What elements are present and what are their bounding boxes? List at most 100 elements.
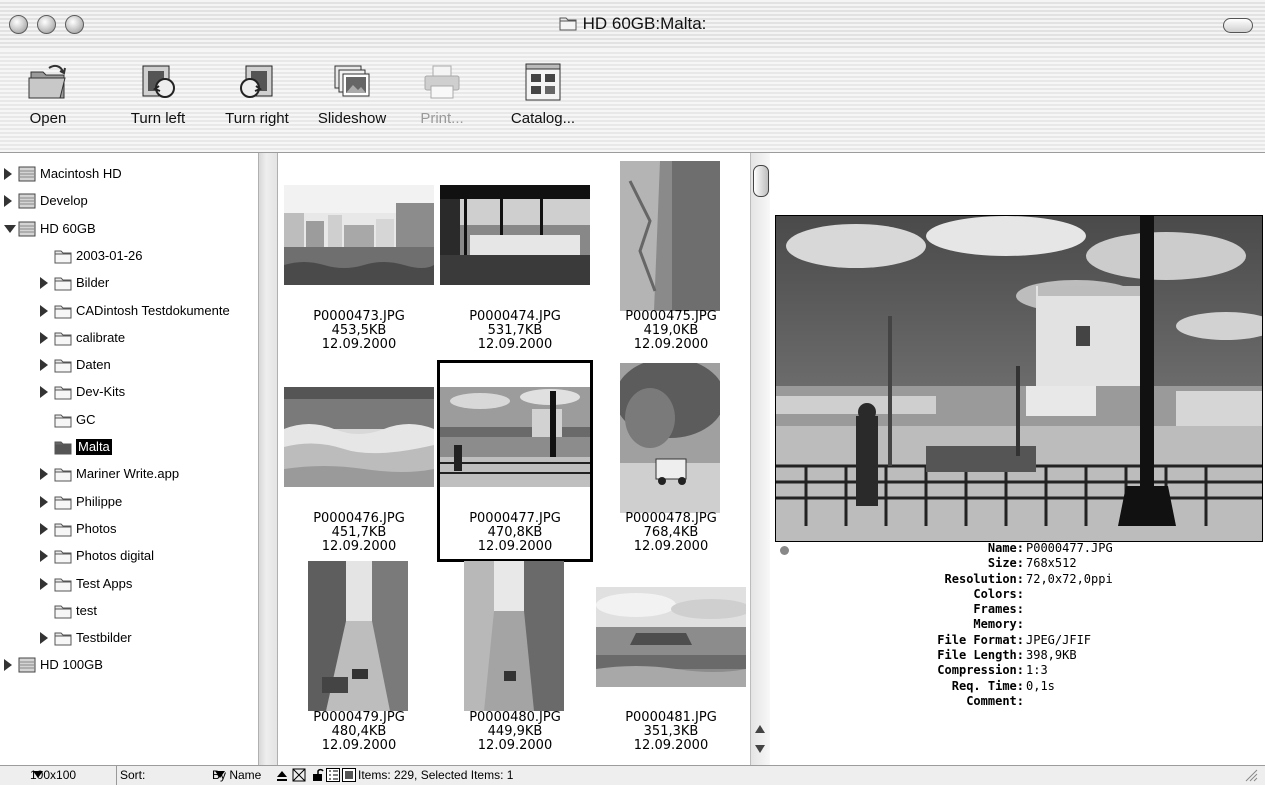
folder-icon: [54, 493, 72, 518]
tree-item[interactable]: Daten: [0, 354, 258, 376]
thumbnail-filesize: 453,5KB: [331, 323, 387, 338]
single-view-icon[interactable]: [342, 768, 356, 788]
info-value: 768x512: [1026, 556, 1077, 571]
thumbnail-filename: P0000480.JPG: [469, 710, 561, 725]
tree-item-label: Philippe: [76, 493, 123, 509]
thumbnail-cell[interactable]: P0000474.JPG 531,7KB 12.09.2000: [438, 159, 592, 359]
scroll-down-arrow-icon[interactable]: [755, 745, 765, 753]
tree-item-label: HD 60GB: [40, 220, 96, 236]
tree-item[interactable]: 2003-01-26: [0, 245, 258, 267]
disclosure-closed-icon[interactable]: [40, 495, 48, 508]
folder-tree[interactable]: Macintosh HD Develop HD 60GB 2003-01-26 Bild…: [0, 153, 258, 765]
thumbnail-filename: P0000475.JPG: [625, 309, 717, 324]
tree-item-label: Bilder: [76, 275, 110, 291]
thumbnail-image: [620, 161, 720, 311]
tree-item[interactable]: calibrate: [0, 327, 258, 349]
thumbnail-image: [284, 387, 434, 487]
info-row-file-format: File Format: JPEG/JFIF: [800, 633, 1260, 648]
eject-icon[interactable]: [276, 769, 288, 788]
tree-item[interactable]: test: [0, 600, 258, 622]
print-button[interactable]: Print...: [412, 62, 472, 127]
thumbnail-grid[interactable]: P0000473.JPG 453,5KB 12.09.2000 P0000474…: [278, 153, 750, 765]
thumbnail-cell[interactable]: P0000473.JPG 453,5KB 12.09.2000: [282, 159, 436, 359]
catalog-button[interactable]: Catalog...: [500, 62, 586, 127]
thumbnail-date: 12.09.2000: [633, 738, 709, 753]
tree-item[interactable]: HD 60GB: [0, 218, 258, 240]
thumbnail-image: [620, 363, 720, 513]
thumbnail-size-popup[interactable]: 100x100: [30, 766, 76, 785]
turn-left-label: Turn left: [130, 110, 186, 127]
thumbnail-cell[interactable]: P0000479.JPG 480,4KB 12.09.2000: [282, 559, 436, 759]
scrollbar-thumb[interactable]: [753, 165, 769, 197]
tree-item[interactable]: GC: [0, 409, 258, 431]
thumbnail-cell[interactable]: P0000475.JPG 419,0KB 12.09.2000: [594, 159, 748, 359]
pane-splitter[interactable]: [258, 153, 278, 765]
thumbnail-filename: P0000481.JPG: [625, 710, 717, 725]
tree-item[interactable]: Malta: [0, 436, 258, 458]
turn-left-button[interactable]: Turn left: [118, 62, 198, 127]
tree-item[interactable]: Macintosh HD: [0, 163, 258, 185]
thumbnail-cell[interactable]: P0000480.JPG 449,9KB 12.09.2000: [438, 559, 592, 759]
thumbnail-caption: P0000475.JPG 419,0KB 12.09.2000: [594, 310, 748, 352]
disclosure-open-icon[interactable]: [4, 224, 16, 233]
thumbnail-cell[interactable]: P0000476.JPG 451,7KB 12.09.2000: [282, 361, 436, 561]
tree-item[interactable]: Philippe: [0, 491, 258, 513]
disclosure-closed-icon[interactable]: [40, 304, 48, 317]
slideshow-icon: [334, 65, 370, 97]
open-button[interactable]: Open: [18, 62, 78, 127]
tree-item[interactable]: Mariner Write.app: [0, 463, 258, 485]
thumbnail-filesize: 451,7KB: [331, 525, 387, 540]
resize-grip-icon[interactable]: [1244, 768, 1258, 788]
folder-icon: [54, 411, 72, 436]
thumbnail-date: 12.09.2000: [477, 539, 553, 554]
tree-item[interactable]: Dev-Kits: [0, 381, 258, 403]
tree-item-label: CADintosh Testdokumente: [76, 302, 230, 318]
disclosure-closed-icon[interactable]: [4, 195, 12, 208]
disclosure-closed-icon[interactable]: [40, 386, 48, 399]
tree-item[interactable]: Bilder: [0, 272, 258, 294]
tree-item-label: Daten: [76, 357, 111, 373]
disclosure-closed-icon[interactable]: [40, 522, 48, 535]
tree-item[interactable]: Testbilder: [0, 627, 258, 649]
slideshow-button[interactable]: Slideshow: [308, 62, 396, 127]
vertical-scrollbar[interactable]: [750, 153, 770, 765]
tree-item[interactable]: HD 100GB: [0, 654, 258, 676]
tree-item-label: Dev-Kits: [76, 384, 126, 400]
catalog-label: Catalog...: [510, 110, 576, 127]
tree-item[interactable]: Photos digital: [0, 545, 258, 567]
disclosure-closed-icon[interactable]: [4, 659, 12, 672]
thumbnail-cell-selected[interactable]: P0000477.JPG 470,8KB 12.09.2000: [437, 360, 593, 562]
hard-disk-icon: [18, 220, 36, 245]
scroll-up-arrow-icon[interactable]: [755, 725, 765, 733]
disclosure-closed-icon[interactable]: [40, 632, 48, 645]
disclosure-closed-icon[interactable]: [40, 359, 48, 372]
folder-icon: [54, 356, 72, 381]
list-view-icon[interactable]: [326, 768, 340, 788]
disclosure-closed-icon[interactable]: [40, 331, 48, 344]
tree-item[interactable]: Develop: [0, 190, 258, 212]
title-bar[interactable]: HD 60GB:Malta:: [0, 0, 1265, 51]
delete-icon[interactable]: [292, 768, 306, 788]
toolbar-toggle-button[interactable]: [1223, 18, 1253, 33]
info-label: Colors:: [973, 586, 1024, 601]
disclosure-closed-icon[interactable]: [40, 550, 48, 563]
turn-right-button[interactable]: Turn right: [212, 62, 302, 127]
thumbnail-filename: P0000476.JPG: [313, 511, 405, 526]
thumbnail-cell[interactable]: P0000481.JPG 351,3KB 12.09.2000: [594, 559, 748, 759]
thumbnail-filename: P0000477.JPG: [469, 511, 561, 526]
thumbnail-filesize: 768,4KB: [643, 525, 699, 540]
disclosure-closed-icon[interactable]: [4, 168, 12, 180]
folder-icon: [54, 383, 72, 408]
lock-icon[interactable]: [312, 768, 324, 788]
thumbnail-filename: P0000473.JPG: [313, 309, 405, 324]
tree-item-label: Testbilder: [76, 630, 132, 646]
tree-item[interactable]: CADintosh Testdokumente: [0, 300, 258, 322]
tree-item-label: HD 100GB: [40, 657, 103, 673]
tree-item[interactable]: Photos: [0, 518, 258, 540]
disclosure-closed-icon[interactable]: [40, 577, 48, 590]
disclosure-closed-icon[interactable]: [40, 277, 48, 290]
sort-popup[interactable]: By Name: [212, 766, 261, 785]
disclosure-closed-icon[interactable]: [40, 468, 48, 481]
thumbnail-cell[interactable]: P0000478.JPG 768,4KB 12.09.2000: [594, 361, 748, 561]
tree-item[interactable]: Test Apps: [0, 573, 258, 595]
